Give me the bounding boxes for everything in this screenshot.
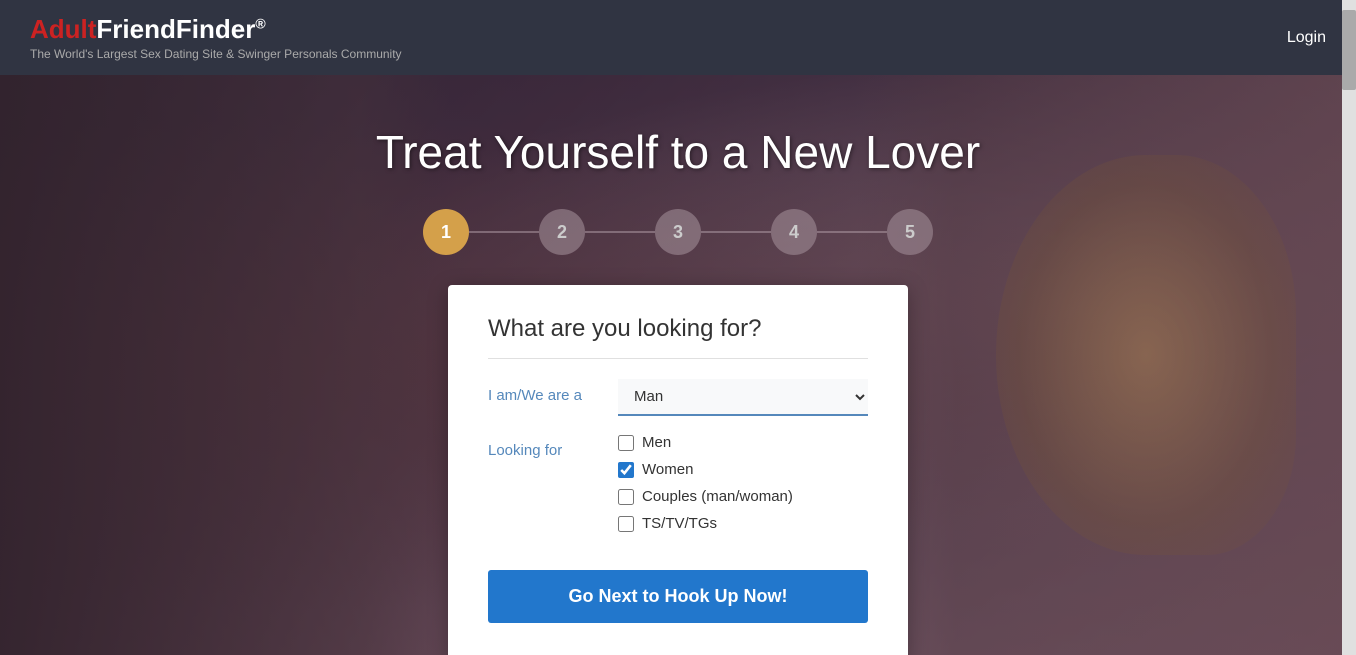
logo-adult: Adult [30, 14, 96, 44]
hero-section: Treat Yourself to a New Lover 1 2 3 4 5 … [0, 75, 1356, 655]
step-line-1-2 [469, 231, 539, 233]
looking-for-label: Looking for [488, 434, 618, 459]
looking-for-row: Looking for Men Women Couples (man/woman… [488, 434, 868, 532]
checkboxes-container: Men Women Couples (man/woman) TS/TV/TGs [618, 434, 793, 532]
step-1[interactable]: 1 [423, 209, 469, 255]
iam-label: I am/We are a [488, 379, 618, 404]
iam-select[interactable]: Man Woman Couple [618, 379, 868, 416]
checkbox-women[interactable]: Women [618, 461, 793, 478]
logo-area: AdultFriendFinder® The World's Largest S… [30, 14, 402, 61]
checkbox-women-label: Women [642, 461, 693, 478]
checkbox-couples[interactable]: Couples (man/woman) [618, 488, 793, 505]
checkbox-tstv-input[interactable] [618, 516, 634, 532]
checkbox-men[interactable]: Men [618, 434, 793, 451]
logo-tagline: The World's Largest Sex Dating Site & Sw… [30, 47, 402, 61]
checkbox-couples-input[interactable] [618, 489, 634, 505]
step-line-2-3 [585, 231, 655, 233]
header: AdultFriendFinder® The World's Largest S… [0, 0, 1356, 75]
logo-registered: ® [255, 15, 265, 31]
hero-hair [996, 155, 1296, 555]
progress-steps: 1 2 3 4 5 [423, 209, 933, 255]
step-5[interactable]: 5 [887, 209, 933, 255]
checkbox-men-label: Men [642, 434, 671, 451]
scrollbar-thumb[interactable] [1342, 10, 1356, 90]
logo: AdultFriendFinder® [30, 14, 402, 45]
login-link[interactable]: Login [1287, 29, 1326, 47]
checkbox-women-input[interactable] [618, 462, 634, 478]
step-line-3-4 [701, 231, 771, 233]
step-2[interactable]: 2 [539, 209, 585, 255]
checkbox-couples-label: Couples (man/woman) [642, 488, 793, 505]
logo-friend: FriendFinder [96, 14, 255, 44]
hero-title: Treat Yourself to a New Lover [376, 125, 980, 179]
iam-row: I am/We are a Man Woman Couple [488, 379, 868, 416]
step-3[interactable]: 3 [655, 209, 701, 255]
checkbox-men-input[interactable] [618, 435, 634, 451]
form-title: What are you looking for? [488, 315, 868, 359]
step-4[interactable]: 4 [771, 209, 817, 255]
submit-button[interactable]: Go Next to Hook Up Now! [488, 570, 868, 623]
scrollbar[interactable] [1342, 0, 1356, 655]
checkbox-tstv[interactable]: TS/TV/TGs [618, 515, 793, 532]
checkbox-tstv-label: TS/TV/TGs [642, 515, 717, 532]
form-card: What are you looking for? I am/We are a … [448, 285, 908, 655]
step-line-4-5 [817, 231, 887, 233]
